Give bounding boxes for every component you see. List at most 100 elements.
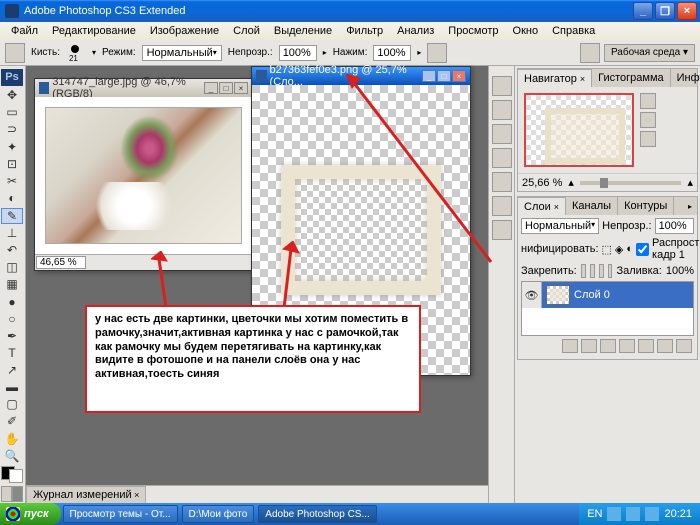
history-brush-tool[interactable]: ↶: [1, 243, 23, 258]
dodge-tool[interactable]: ○: [1, 311, 23, 326]
lasso-tool[interactable]: ⊃: [1, 122, 23, 137]
zoom-tool[interactable]: 🔍: [1, 448, 23, 463]
notes-tool[interactable]: ▢: [1, 397, 23, 412]
task-1[interactable]: Просмотр темы - От...: [63, 505, 178, 523]
layer-item-0[interactable]: 👁 Слой 0: [522, 282, 693, 308]
zoom-slider[interactable]: [580, 181, 682, 185]
tab-paths[interactable]: Контуры: [618, 197, 674, 215]
side-btn-4[interactable]: [492, 148, 512, 168]
clock[interactable]: 20:21: [664, 508, 692, 520]
delete-layer-icon[interactable]: [676, 339, 692, 353]
unify-icon-1[interactable]: ⬚: [602, 243, 612, 256]
lock-trans-icon[interactable]: [581, 264, 586, 278]
doc1-maximize[interactable]: □: [219, 82, 233, 94]
minimize-button[interactable]: _: [633, 2, 653, 20]
wand-tool[interactable]: ✦: [1, 139, 23, 154]
maximize-button[interactable]: ❐: [655, 2, 675, 20]
eyedropper-tool[interactable]: ✐: [1, 414, 23, 429]
lock-pixels-icon[interactable]: [590, 264, 595, 278]
zoom-in-icon[interactable]: ▴: [687, 176, 693, 189]
unify-icon-2[interactable]: ◈: [615, 243, 623, 256]
menu-image[interactable]: Изображение: [144, 23, 225, 39]
menu-help[interactable]: Справка: [546, 23, 601, 39]
document-window-1[interactable]: 314747_large.jpg @ 46,7% (RGB/8) _ □ × 4…: [34, 78, 253, 271]
slice-tool[interactable]: ✂: [1, 173, 23, 188]
quickmask-toggle[interactable]: [1, 486, 23, 502]
flow-input[interactable]: 100%: [373, 45, 411, 61]
opacity-input[interactable]: 100%: [279, 45, 317, 61]
visibility-icon[interactable]: 👁: [522, 282, 542, 308]
photoshop-logo-icon[interactable]: Ps: [1, 69, 23, 86]
nav-zoom-value[interactable]: 25,66 %: [522, 177, 562, 189]
measurement-log-tab[interactable]: Журнал измерений: [26, 486, 146, 504]
tab-histogram[interactable]: Гистограмма: [592, 69, 671, 87]
adjustment-icon[interactable]: [619, 339, 635, 353]
menu-layer[interactable]: Слой: [227, 23, 266, 39]
layer-thumbnail[interactable]: [546, 285, 570, 305]
doc1-titlebar[interactable]: 314747_large.jpg @ 46,7% (RGB/8) _ □ ×: [35, 79, 252, 97]
layer-list[interactable]: 👁 Слой 0: [521, 281, 694, 336]
layer-name[interactable]: Слой 0: [574, 289, 610, 301]
doc1-minimize[interactable]: _: [204, 82, 218, 94]
mode-dropdown[interactable]: Нормальный: [142, 45, 222, 61]
brush-dropdown-icon[interactable]: ▾: [92, 48, 96, 57]
menu-edit[interactable]: Редактирование: [46, 23, 142, 39]
side-btn-6[interactable]: [492, 196, 512, 216]
type-tool[interactable]: T: [1, 345, 23, 360]
lock-pos-icon[interactable]: [599, 264, 604, 278]
color-swatch[interactable]: [1, 466, 23, 483]
layer-mask-icon[interactable]: [600, 339, 616, 353]
crop-tool[interactable]: ⊡: [1, 156, 23, 171]
stamp-tool[interactable]: ⊥: [1, 226, 23, 241]
task-3[interactable]: Adobe Photoshop CS...: [258, 505, 377, 523]
side-btn-3[interactable]: [492, 124, 512, 144]
fill-input[interactable]: 100%: [666, 265, 694, 277]
language-indicator[interactable]: EN: [587, 508, 602, 520]
opacity-arrow-icon[interactable]: ▸: [323, 48, 327, 57]
tool-preset-icon[interactable]: [5, 43, 25, 63]
nav-btn-1[interactable]: [640, 93, 656, 109]
spread-checkbox[interactable]: [636, 243, 649, 256]
tab-channels[interactable]: Каналы: [566, 197, 618, 215]
tab-layers[interactable]: Слои: [518, 197, 566, 215]
pen-tool[interactable]: ✒: [1, 328, 23, 343]
navigator-thumbnail[interactable]: [524, 93, 634, 167]
heal-tool[interactable]: ◐: [1, 190, 23, 205]
doc1-zoom[interactable]: 46,65 %: [36, 256, 86, 269]
eraser-tool[interactable]: ◫: [1, 260, 23, 275]
new-layer-icon[interactable]: [657, 339, 673, 353]
task-2[interactable]: D:\Мои фото: [182, 505, 255, 523]
doc1-canvas[interactable]: [35, 97, 252, 254]
shape-tool[interactable]: ▬: [1, 380, 23, 395]
close-button[interactable]: ×: [677, 2, 697, 20]
tray-icon-3[interactable]: [645, 507, 659, 521]
menu-view[interactable]: Просмотр: [442, 23, 504, 39]
tray-icon-2[interactable]: [626, 507, 640, 521]
blur-tool[interactable]: ●: [1, 294, 23, 309]
side-btn-7[interactable]: [492, 220, 512, 240]
menu-file[interactable]: Файл: [5, 23, 44, 39]
lock-all-icon[interactable]: [608, 264, 613, 278]
panel-menu-icon[interactable]: ▸: [683, 197, 697, 215]
menu-filter[interactable]: Фильтр: [340, 23, 389, 39]
brush-tool[interactable]: ✎: [1, 208, 23, 224]
menu-analysis[interactable]: Анализ: [391, 23, 440, 39]
menu-select[interactable]: Выделение: [268, 23, 338, 39]
layer-style-icon[interactable]: [581, 339, 597, 353]
start-button[interactable]: пуск: [0, 503, 61, 525]
group-icon[interactable]: [638, 339, 654, 353]
menu-window[interactable]: Окно: [507, 23, 545, 39]
tab-info[interactable]: Инфо: [671, 69, 700, 87]
side-btn-5[interactable]: [492, 172, 512, 192]
nav-btn-3[interactable]: [640, 131, 656, 147]
tray-icon-1[interactable]: [607, 507, 621, 521]
go-bridge-icon[interactable]: [580, 43, 600, 63]
side-btn-2[interactable]: [492, 100, 512, 120]
link-layers-icon[interactable]: [562, 339, 578, 353]
marquee-tool[interactable]: ▭: [1, 105, 23, 120]
gradient-tool[interactable]: ▦: [1, 277, 23, 292]
layer-opacity-input[interactable]: 100%: [655, 218, 694, 234]
workspace-button[interactable]: Рабочая среда ▾: [604, 44, 695, 62]
hand-tool[interactable]: ✋: [1, 431, 23, 446]
doc1-close[interactable]: ×: [234, 82, 248, 94]
